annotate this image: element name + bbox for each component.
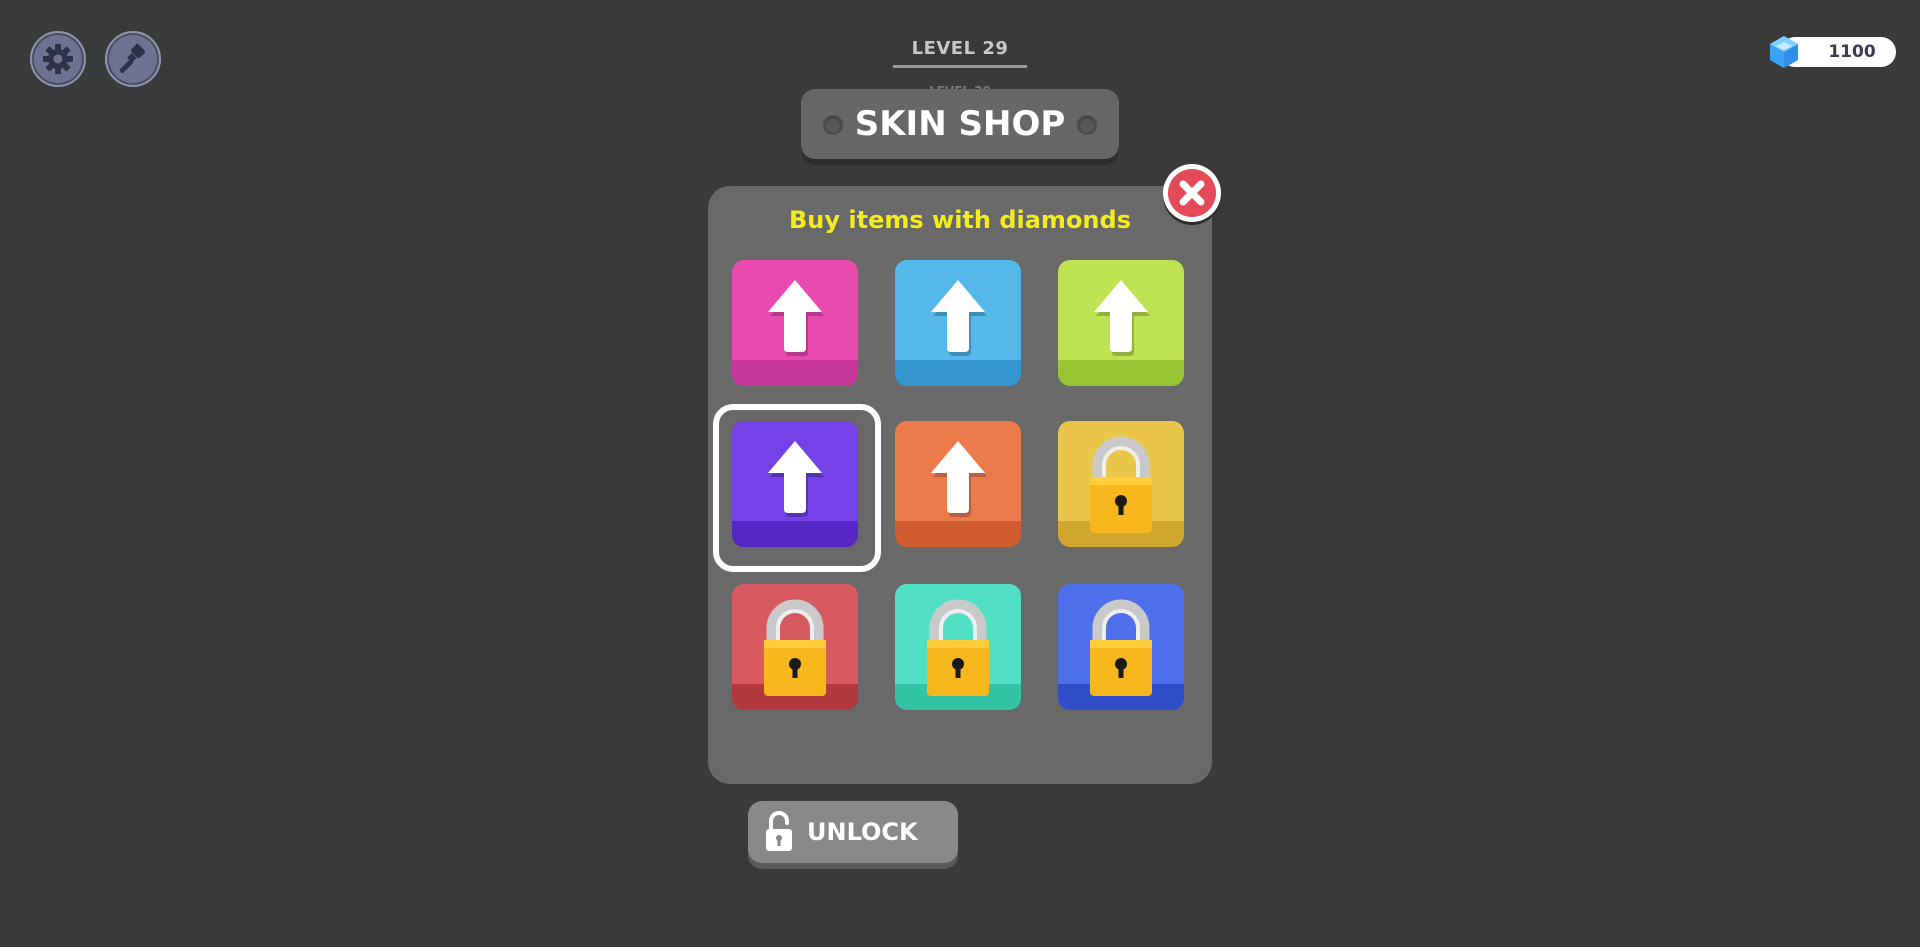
skin-tile-purple[interactable] xyxy=(732,421,858,547)
skin-tile-pink[interactable] xyxy=(732,260,858,386)
skin-tile-yellow[interactable] xyxy=(1058,421,1184,547)
skin-preview xyxy=(732,421,858,547)
arrow-up-icon xyxy=(931,280,987,356)
settings-button[interactable] xyxy=(30,31,86,87)
diamond-count: 1100 xyxy=(1828,42,1876,62)
diamond-icon xyxy=(1770,36,1798,68)
skin-tile-lime[interactable] xyxy=(1058,260,1184,386)
unlock-label: UNLOCK xyxy=(807,818,918,846)
close-button[interactable] xyxy=(1163,164,1221,222)
shop-subtitle: Buy items with diamonds xyxy=(789,206,1131,234)
rivet-right xyxy=(1077,115,1097,135)
level-underline xyxy=(893,65,1027,68)
shop-header: SKIN SHOP xyxy=(801,89,1119,159)
padlock-icon xyxy=(927,599,989,696)
level-label: LEVEL 29 xyxy=(911,38,1009,59)
close-button-face xyxy=(1168,169,1216,217)
unlock-button[interactable]: UNLOCK xyxy=(748,801,958,863)
locked-indicator xyxy=(732,584,858,710)
gear-icon xyxy=(43,44,73,74)
diamond-counter: 1100 xyxy=(1766,36,1896,68)
padlock-icon xyxy=(1090,436,1152,533)
padlock-icon xyxy=(1090,599,1152,696)
padlock-icon xyxy=(764,599,826,696)
paintbrush-icon xyxy=(119,44,145,73)
arrow-up-icon xyxy=(1094,280,1150,356)
shop-title: SKIN SHOP xyxy=(854,104,1066,144)
skin-tile-blue[interactable] xyxy=(895,260,1021,386)
skin-tile-royal[interactable] xyxy=(1058,584,1184,710)
locked-indicator xyxy=(1058,584,1184,710)
skin-preview xyxy=(732,260,858,386)
open-padlock-icon xyxy=(766,811,792,851)
arrow-up-icon xyxy=(931,441,987,517)
skins-button[interactable] xyxy=(105,31,161,87)
skin-preview xyxy=(895,260,1021,386)
level-indicator: LEVEL 29 xyxy=(893,38,1027,68)
skin-tile-red[interactable] xyxy=(732,584,858,710)
skin-preview xyxy=(1058,260,1184,386)
locked-indicator xyxy=(895,584,1021,710)
skin-preview xyxy=(895,421,1021,547)
arrow-up-icon xyxy=(768,280,824,356)
arrow-up-icon xyxy=(768,441,824,517)
close-icon xyxy=(1179,180,1205,206)
skin-tile-orange[interactable] xyxy=(895,421,1021,547)
locked-indicator xyxy=(1058,421,1184,547)
skin-tile-teal[interactable] xyxy=(895,584,1021,710)
